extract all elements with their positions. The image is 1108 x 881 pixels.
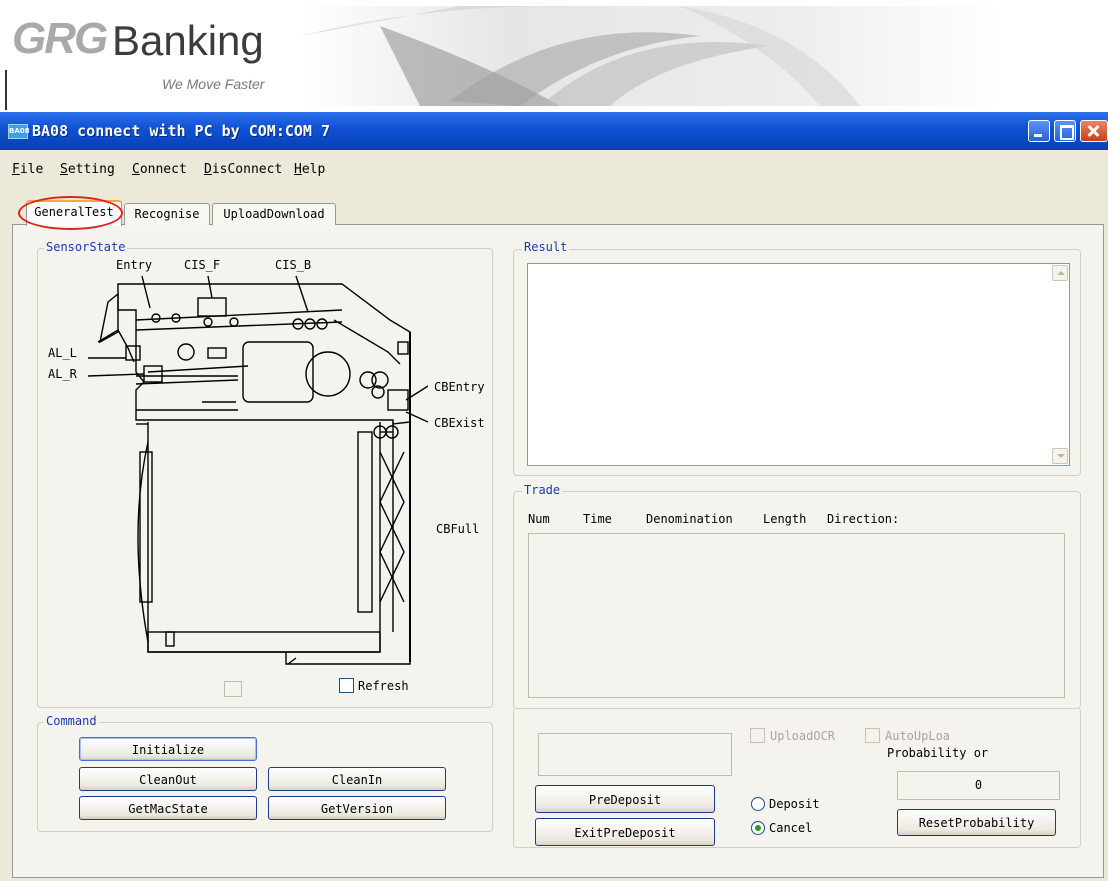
trade-col-num: Num [528,512,550,526]
banner: GRG Banking We Move Faster [0,0,1108,112]
status-display [538,733,732,776]
sensor-label-al-r: AL_R [48,367,77,381]
sensor-label-cis-b: CIS_B [275,258,312,272]
maximize-button[interactable] [1054,120,1076,142]
upload-ocr-label: UploadOCR [770,729,836,743]
result-textbox[interactable] [527,263,1070,466]
menu-help[interactable]: Help [294,162,325,177]
command-title: Command [44,714,99,728]
grg-logo: GRG [12,14,108,63]
result-title: Result [522,240,570,254]
cancel-radio-label: Cancel [769,821,813,835]
pre-deposit-button[interactable]: PreDeposit [535,785,715,813]
sensor-label-al-l: AL_L [48,346,77,360]
title-bar[interactable]: BA08 BA08 connect with PC by COM:COM 7 [0,112,1108,150]
menu-setting[interactable]: Setting [60,162,115,177]
deposit-radio[interactable] [751,797,765,811]
scroll-down-button[interactable] [1052,448,1068,464]
menu-disconnect[interactable]: DisConnect [204,162,282,177]
close-button[interactable] [1080,120,1108,142]
menu-accel: D [204,162,212,177]
menu-label: onnect [139,162,187,177]
scroll-up-button[interactable] [1052,265,1068,281]
tab-recognise[interactable]: Recognise [124,203,210,225]
app-icon: BA08 [8,124,30,139]
sensor-label-cis-f: CIS_F [184,258,221,272]
menu-file[interactable]: File [12,162,43,177]
banner-artwork [300,6,1000,106]
sensor-label-cb-exist: CBExist [434,416,485,430]
refresh-label: Refresh [358,679,409,693]
refresh-checkbox[interactable] [339,678,354,693]
auto-upload-label: AutoUpLoa [885,729,951,743]
sensor-indicator [224,681,242,697]
probability-label: Probability or [887,746,989,760]
sensor-label-cb-entry: CBEntry [434,380,485,394]
tab-uploaddownload[interactable]: UploadDownload [212,203,336,225]
sensor-state-title: SensorState [44,240,128,254]
menu-accel: F [12,162,20,177]
reset-probability-button[interactable]: ResetProbability [897,809,1056,836]
deposit-radio-label: Deposit [769,797,820,811]
menu-accel: H [294,162,302,177]
minimize-button[interactable] [1028,120,1050,142]
trade-list[interactable] [528,533,1065,698]
window-title: BA08 connect with PC by COM:COM 7 [32,122,331,140]
probability-value: 0 [897,771,1060,800]
exit-pre-deposit-button[interactable]: ExitPreDeposit [535,818,715,846]
banner-rule [5,70,7,110]
clean-in-button[interactable]: CleanIn [268,767,446,791]
trade-col-time: Time [583,512,612,526]
trade-title: Trade [522,483,563,497]
sensor-label-cb-full: CBFull [436,522,480,536]
cancel-radio[interactable] [751,821,765,835]
banking-logo-text: Banking [112,17,264,64]
menu-accel: C [132,162,140,177]
menu-connect[interactable]: Connect [132,162,187,177]
menu-label: isConnect [211,162,283,177]
menu-label: elp [301,162,326,177]
get-version-button[interactable]: GetVersion [268,796,446,820]
trade-col-denomination: Denomination [646,512,733,526]
tab-highlight-circle [18,196,123,230]
menu-accel: S [60,162,68,177]
trade-col-direction: Direction: [827,512,900,526]
upload-ocr-checkbox[interactable] [750,728,765,743]
logo-tagline: We Move Faster [162,76,265,92]
trade-col-length: Length [763,512,807,526]
auto-upload-checkbox[interactable] [865,728,880,743]
menu-label: etting [67,162,115,177]
sensor-label-entry: Entry [116,258,153,272]
machine-diagram [88,275,428,665]
clean-out-button[interactable]: CleanOut [79,767,257,791]
get-mac-state-button[interactable]: GetMacState [79,796,257,820]
initialize-button[interactable]: Initialize [79,737,257,761]
menu-label: ile [19,162,44,177]
